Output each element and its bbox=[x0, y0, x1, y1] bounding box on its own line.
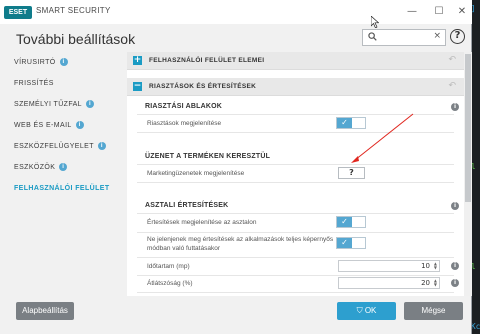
sidebar-item-label: FRISSÍTÉS bbox=[14, 80, 54, 87]
search-box[interactable]: × bbox=[362, 29, 446, 46]
mouse-cursor-icon bbox=[371, 16, 379, 28]
divider bbox=[137, 164, 454, 165]
info-icon: i bbox=[451, 202, 459, 210]
settings-content: + FELHASZNÁLÓI FELÜLET ELEMEI ↶ − RIASZT… bbox=[127, 52, 464, 296]
fullscreen-suppress-toggle[interactable]: ✓ bbox=[336, 237, 366, 249]
fullscreen-suppress-label: Ne jelenjenek meg értesítések az alkalma… bbox=[147, 236, 334, 243]
sidebar-item-felhasznaloi-felulet[interactable]: FELHASZNÁLÓI FELÜLET bbox=[0, 178, 118, 199]
marketing-messages-toggle[interactable]: ? bbox=[338, 167, 365, 179]
desktop-notifications-label: Értesítések megjelenítése az asztalon bbox=[147, 219, 257, 226]
divider bbox=[137, 114, 454, 115]
shield-icon: ⛉ bbox=[356, 306, 365, 315]
divider bbox=[137, 132, 454, 133]
alert-windows-title: RIASZTÁSI ABLAKOK bbox=[145, 103, 223, 110]
divider bbox=[137, 257, 454, 258]
duration-value: 10 bbox=[421, 262, 430, 270]
divider bbox=[137, 182, 454, 183]
duration-label: Időtartam (mp) bbox=[147, 263, 190, 270]
settings-window: ESET SMART SECURITY — ☐ ✕ További beállí… bbox=[0, 0, 472, 334]
default-button[interactable]: Alapbeállítás bbox=[16, 302, 74, 320]
check-icon: ✓ bbox=[337, 217, 352, 227]
search-icon bbox=[368, 32, 377, 41]
help-icon[interactable]: ? bbox=[450, 29, 465, 44]
page-title: További beállítások bbox=[16, 31, 136, 47]
opacity-label: Átlátszóság (%) bbox=[147, 280, 193, 287]
opacity-field[interactable]: 20 ▲ ▼ bbox=[338, 277, 440, 289]
desktop-notifications-title: ASZTALI ÉRTESÍTÉSEK bbox=[145, 202, 229, 209]
expand-icon[interactable]: + bbox=[133, 56, 142, 65]
scrollbar-thumb[interactable] bbox=[465, 54, 471, 202]
sidebar-item-label: SZEMÉLYI TŰZFAL bbox=[14, 101, 82, 108]
sidebar: VÍRUSIRTÓ i FRISSÍTÉS SZEMÉLYI TŰZFAL i WE… bbox=[0, 52, 118, 199]
section-ui-elements[interactable]: + FELHASZNÁLÓI FELÜLET ELEMEI ↶ bbox=[127, 52, 464, 70]
info-icon: i bbox=[451, 103, 459, 111]
ok-label: OK bbox=[364, 306, 377, 315]
section-alerts[interactable]: − RIASZTÁSOK ÉS ÉRTESÍTÉSEK ↶ bbox=[127, 78, 464, 96]
info-icon: i bbox=[97, 142, 106, 151]
eset-logo: ESET bbox=[4, 6, 32, 19]
close-icon[interactable]: ✕ bbox=[454, 4, 470, 20]
info-icon: i bbox=[451, 262, 459, 270]
sidebar-item-virusirto[interactable]: VÍRUSIRTÓ i bbox=[0, 52, 118, 73]
fullscreen-suppress-label-2: módban való futtatásakor bbox=[147, 245, 220, 252]
show-alerts-toggle[interactable]: ✓ bbox=[336, 117, 366, 129]
desktop-notifications-toggle[interactable]: ✓ bbox=[336, 216, 366, 228]
divider bbox=[137, 275, 454, 276]
revert-icon[interactable]: ↶ bbox=[448, 81, 456, 91]
sidebar-item-label: VÍRUSIRTÓ bbox=[14, 59, 56, 66]
sidebar-item-label: WEB ÉS E-MAIL bbox=[14, 122, 72, 129]
sidebar-item-tuzfal[interactable]: SZEMÉLYI TŰZFAL i bbox=[0, 94, 118, 115]
ok-button[interactable]: ⛉ OK bbox=[337, 302, 396, 320]
duration-field[interactable]: 10 ▲ ▼ bbox=[338, 260, 440, 272]
show-alerts-label: Riasztások megjelenítése bbox=[147, 120, 222, 127]
revert-icon[interactable]: ↶ bbox=[448, 55, 456, 65]
minimize-icon[interactable]: — bbox=[404, 4, 420, 20]
clear-search-icon[interactable]: × bbox=[433, 31, 441, 41]
divider bbox=[137, 232, 454, 233]
opacity-value: 20 bbox=[421, 279, 430, 287]
app-title: SMART SECURITY bbox=[36, 6, 111, 15]
sidebar-item-eszkozfelugyelet[interactable]: ESZKÖZFELÜGYELET i bbox=[0, 136, 118, 157]
info-icon: i bbox=[75, 121, 84, 130]
spinner-icon[interactable]: ▲ ▼ bbox=[434, 279, 437, 287]
check-icon: ✓ bbox=[337, 238, 352, 248]
product-messages-title: ÜZENET A TERMÉKEN KERESZTÜL bbox=[145, 153, 271, 160]
section-label: FELHASZNÁLÓI FELÜLET ELEMEI bbox=[149, 57, 265, 64]
title-bar: ESET SMART SECURITY — ☐ ✕ bbox=[0, 0, 472, 24]
marketing-messages-label: Marketingüzenetek megjelenítése bbox=[147, 170, 245, 177]
info-icon: i bbox=[451, 279, 459, 287]
cancel-button[interactable]: Mégse bbox=[404, 302, 463, 320]
info-icon: i bbox=[59, 163, 68, 172]
check-icon: ✓ bbox=[337, 118, 352, 128]
spinner-icon[interactable]: ▲ ▼ bbox=[434, 262, 437, 270]
search-input[interactable] bbox=[379, 31, 431, 44]
maximize-icon[interactable]: ☐ bbox=[431, 4, 447, 20]
collapse-icon[interactable]: − bbox=[133, 82, 142, 91]
info-icon: i bbox=[59, 58, 68, 67]
divider bbox=[137, 292, 454, 293]
info-icon: i bbox=[85, 100, 94, 109]
sidebar-item-eszkozok[interactable]: ESZKÖZÖK i bbox=[0, 157, 118, 178]
content-scrollbar[interactable] bbox=[464, 52, 472, 296]
sidebar-item-label: ESZKÖZFELÜGYELET bbox=[14, 143, 94, 150]
section-label: RIASZTÁSOK ÉS ÉRTESÍTÉSEK bbox=[149, 83, 257, 90]
divider bbox=[137, 213, 454, 214]
sidebar-item-web-email[interactable]: WEB ÉS E-MAIL i bbox=[0, 115, 118, 136]
sidebar-item-frissites[interactable]: FRISSÍTÉS bbox=[0, 73, 118, 94]
sidebar-item-label: FELHASZNÁLÓI FELÜLET bbox=[14, 185, 110, 192]
sidebar-item-label: ESZKÖZÖK bbox=[14, 164, 56, 171]
